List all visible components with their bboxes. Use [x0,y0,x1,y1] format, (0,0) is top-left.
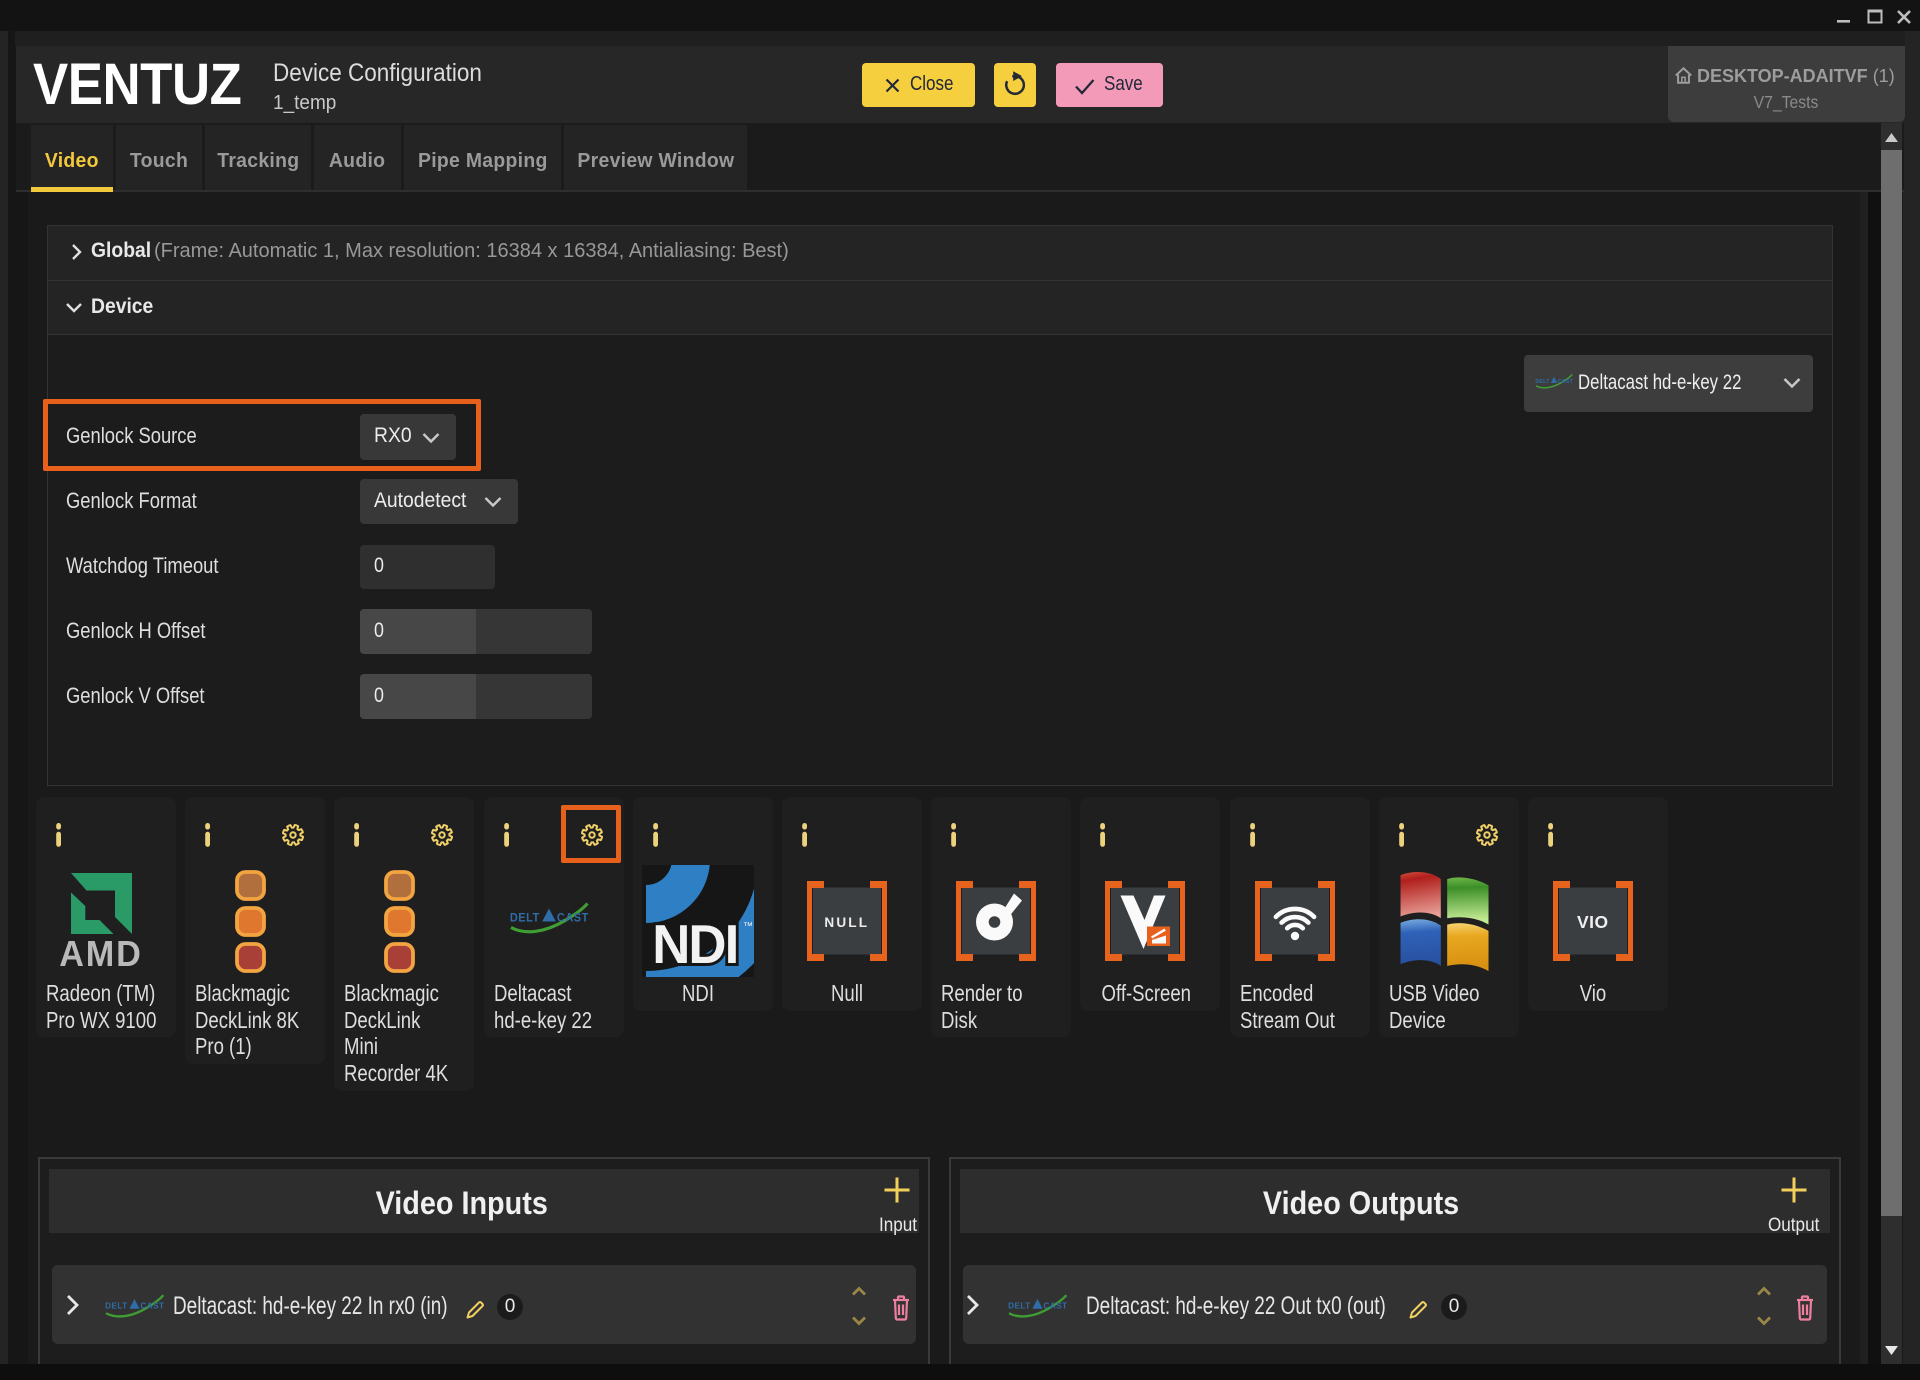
svg-text:NULL: NULL [824,915,869,930]
svg-text:™: ™ [743,921,753,932]
svg-text:NDI: NDI [652,914,737,975]
svg-text:VIO: VIO [1577,912,1609,932]
